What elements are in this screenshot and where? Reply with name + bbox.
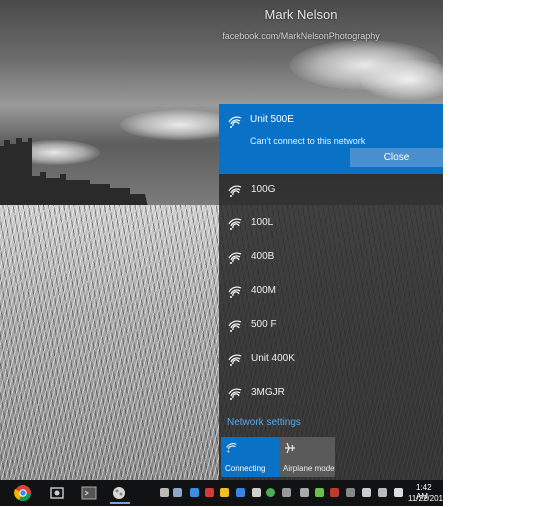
network-item[interactable]: 500 F xyxy=(219,309,443,342)
network-item[interactable]: 400B xyxy=(219,241,443,274)
tray-shield-icon[interactable] xyxy=(160,488,169,497)
network-settings-link[interactable]: Network settings xyxy=(227,417,301,428)
tray-network-icon[interactable] xyxy=(190,488,199,497)
active-network[interactable]: Unit 500E Can't connect to this network … xyxy=(219,104,443,174)
airplane-mode-tile[interactable]: Airplane mode xyxy=(279,437,335,477)
network-item[interactable]: 100G xyxy=(219,174,443,207)
network-name: 400B xyxy=(251,251,275,262)
network-item[interactable]: 100L xyxy=(219,207,443,240)
network-item[interactable]: 400M xyxy=(219,275,443,308)
wifi-icon xyxy=(228,388,242,400)
wifi-tray-icon[interactable] xyxy=(378,488,387,497)
network-item[interactable]: Unit 400K xyxy=(219,343,443,376)
tray-chat-icon[interactable] xyxy=(315,488,324,497)
network-name: 100L xyxy=(251,217,274,228)
taskbar: 1:42 AM 11/22/201 xyxy=(0,480,443,506)
clock-date[interactable]: 11/22/201 xyxy=(408,494,443,503)
watermark-name: Mark Nelson xyxy=(264,7,338,22)
tray-app-icon[interactable] xyxy=(205,488,214,497)
airplane-mode-label: Airplane mode xyxy=(283,464,335,473)
network-name: 3MGJR xyxy=(251,387,285,398)
wifi-icon xyxy=(226,443,237,453)
volume-icon[interactable] xyxy=(362,488,371,497)
dropbox-icon[interactable] xyxy=(236,488,245,497)
wifi-icon xyxy=(228,185,242,197)
camera-app-icon[interactable] xyxy=(48,484,68,502)
wifi-icon xyxy=(228,286,242,298)
network-name: 100G xyxy=(251,184,276,195)
airplane-icon xyxy=(285,442,295,454)
connecting-label: Connecting xyxy=(225,464,266,473)
tray-device-icon[interactable] xyxy=(300,488,309,497)
connection-status: Can't connect to this network xyxy=(250,136,366,146)
network-flyout: Unit 500E Can't connect to this network … xyxy=(219,104,443,480)
castle-silhouette xyxy=(0,138,150,216)
tray-bell-icon[interactable] xyxy=(252,488,261,497)
photos-app-icon[interactable] xyxy=(110,484,130,504)
network-name: Unit 400K xyxy=(251,353,295,364)
network-item[interactable]: 3MGJR xyxy=(219,377,443,410)
watermark-url: facebook.com/MarkNelsonPhotography xyxy=(222,31,380,41)
action-center-icon[interactable] xyxy=(394,488,403,497)
network-name: 400M xyxy=(251,285,277,296)
tray-bluetooth-icon[interactable] xyxy=(282,488,291,497)
tray-security-icon[interactable] xyxy=(330,488,339,497)
terminal-app-icon[interactable] xyxy=(80,484,100,502)
wifi-icon xyxy=(228,116,242,128)
tray-cloud-icon[interactable] xyxy=(173,488,182,497)
network-name: 500 F xyxy=(251,319,277,330)
wifi-icon xyxy=(228,252,242,264)
wifi-icon xyxy=(228,320,242,332)
active-network-name: Unit 500E xyxy=(250,114,294,125)
wifi-icon xyxy=(228,354,242,366)
tray-bolt-icon[interactable] xyxy=(220,488,229,497)
chrome-icon[interactable] xyxy=(14,484,34,502)
close-button[interactable]: Close xyxy=(350,148,443,167)
tray-chrome-icon[interactable] xyxy=(266,488,275,497)
wifi-icon xyxy=(228,218,242,230)
tray-battery-icon[interactable] xyxy=(346,488,355,497)
